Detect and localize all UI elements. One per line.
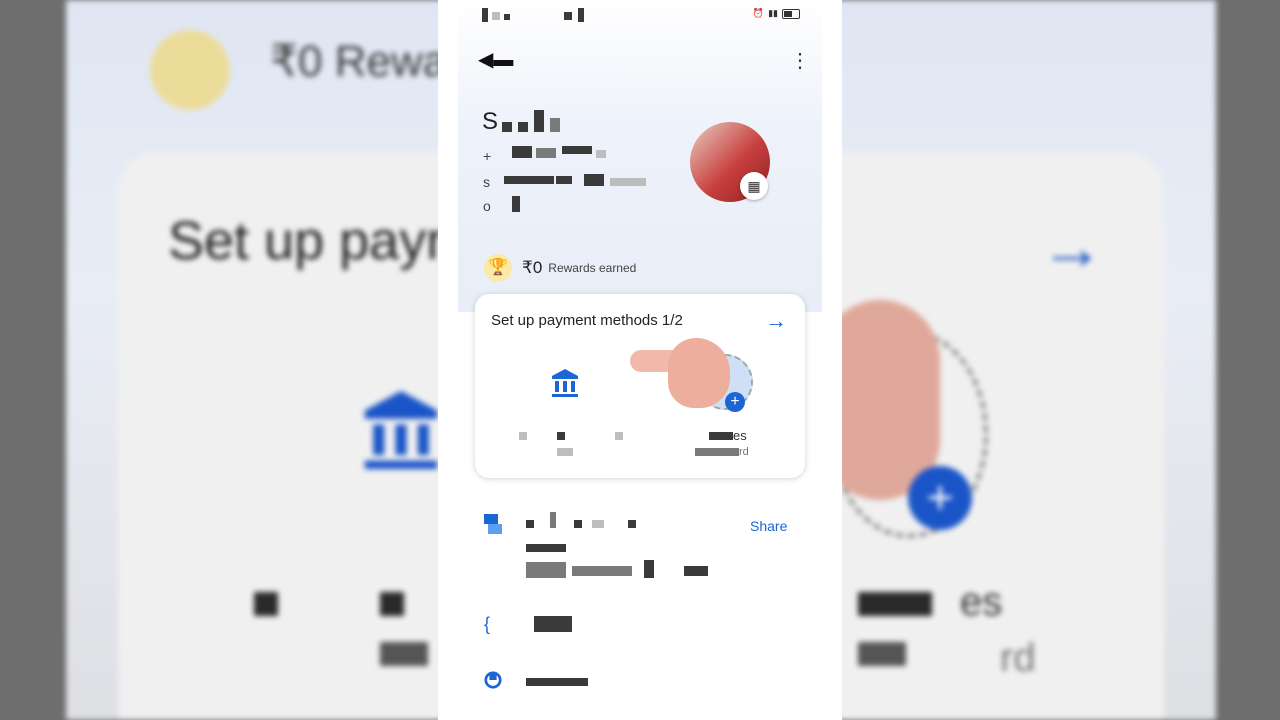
option-label-pixel: [709, 432, 733, 440]
bg-pixel: [858, 642, 906, 666]
status-time-pixel: [492, 12, 500, 20]
bank-icon[interactable]: [551, 368, 579, 398]
list-pixel: [526, 678, 588, 686]
bg-plus-icon: +: [908, 466, 972, 530]
fist: [668, 338, 730, 408]
profile-line-3: o: [483, 198, 491, 214]
option-label-pixel: [557, 432, 565, 440]
help-icon: [484, 671, 502, 689]
battery-icon: [782, 8, 800, 19]
bg-rewards-text: ₹0 Rewa: [270, 37, 448, 86]
bg-trophy-icon: [150, 30, 230, 110]
add-option-sublabel: rd: [739, 446, 749, 458]
name-pixel: [534, 110, 544, 132]
phone-pixel: [596, 150, 606, 158]
pointing-hand: [630, 338, 730, 408]
line3-pixel: [512, 196, 520, 212]
list-pixel: [526, 562, 566, 578]
list-pixel: [592, 520, 604, 528]
setup-payment-card[interactable]: Set up payment methods 1/2 → + es rd: [475, 294, 805, 478]
list-pixel: [644, 560, 654, 578]
qr-code-button[interactable]: ▦: [740, 172, 768, 200]
option-label-pixel: [615, 432, 623, 440]
phone-pixel: [536, 148, 556, 158]
status-time-pixel: [504, 14, 510, 20]
phone-pixel: [512, 146, 532, 158]
rewards-amount: ₹0: [522, 258, 543, 277]
share-button[interactable]: Share: [750, 518, 787, 534]
option-label-pixel: [519, 432, 527, 440]
alarm-icon: ⏰: [752, 8, 765, 18]
status-time-pixel: [578, 8, 584, 22]
more-options-button[interactable]: ⋮: [790, 48, 810, 74]
status-icons: ⏰ ▮▮: [753, 8, 800, 19]
add-option-label: es: [733, 428, 747, 443]
qr-card-icon: [484, 514, 502, 534]
option-label-pixel: [695, 448, 739, 456]
rewards-label: Rewards earned: [548, 261, 637, 275]
status-time-pixel: [564, 12, 572, 20]
bg-pixel: [858, 592, 932, 616]
add-circle-icon[interactable]: +: [725, 392, 745, 412]
list-pixel: [526, 520, 534, 528]
bg-pixel: [380, 642, 428, 666]
list-pixel: [526, 544, 566, 552]
profile-upi-id: s: [483, 174, 490, 190]
bg-tail-text: es: [960, 580, 1003, 624]
profile-name: S: [482, 108, 499, 135]
arrow-back-icon: ◀▬: [478, 49, 514, 71]
link-icon: {: [484, 614, 491, 634]
name-pixel: [518, 122, 528, 132]
phone-screen: ⏰ ▮▮ ◀▬ ⋮ S + s o ▦ 🏆 ₹0 Rewards earned …: [438, 0, 842, 720]
list-pixel: [628, 520, 636, 528]
bg-card-title: Set up paym: [168, 211, 472, 271]
signal-icon: ▮▮: [768, 8, 778, 18]
bg-arrow-icon: →: [1040, 211, 1104, 283]
status-bar: ⏰ ▮▮: [438, 0, 842, 28]
upi-pixel: [504, 176, 554, 184]
bg-bank-icon: [364, 391, 438, 469]
profile-phone: +: [483, 148, 492, 164]
option-label-pixel: [557, 448, 573, 456]
upi-pixel: [556, 176, 572, 184]
name-pixel: [502, 122, 512, 132]
more-vert-icon: ⋮: [790, 50, 810, 72]
qr-code-icon: ▦: [747, 178, 761, 194]
arrow-forward-icon[interactable]: →: [765, 308, 787, 334]
bg-pixel: [380, 592, 404, 616]
setup-card-title: Set up payment methods 1/2: [491, 312, 683, 329]
list-pixel: [574, 520, 582, 528]
list-pixel: [534, 616, 572, 632]
bg-tail-text-2: rd: [1000, 636, 1036, 680]
back-button[interactable]: ◀▬: [478, 48, 513, 72]
trophy-icon: 🏆: [484, 254, 512, 282]
upi-pixel: [610, 178, 646, 186]
status-time-pixel: [482, 8, 488, 22]
name-pixel: [550, 118, 560, 132]
rewards-row[interactable]: 🏆 ₹0 Rewards earned: [484, 254, 636, 282]
list-pixel: [550, 512, 556, 528]
phone-pixel: [562, 146, 592, 154]
upi-pixel: [584, 174, 604, 186]
list-pixel: [572, 566, 632, 576]
bg-pixel: [254, 592, 278, 616]
list-pixel: [684, 566, 708, 576]
